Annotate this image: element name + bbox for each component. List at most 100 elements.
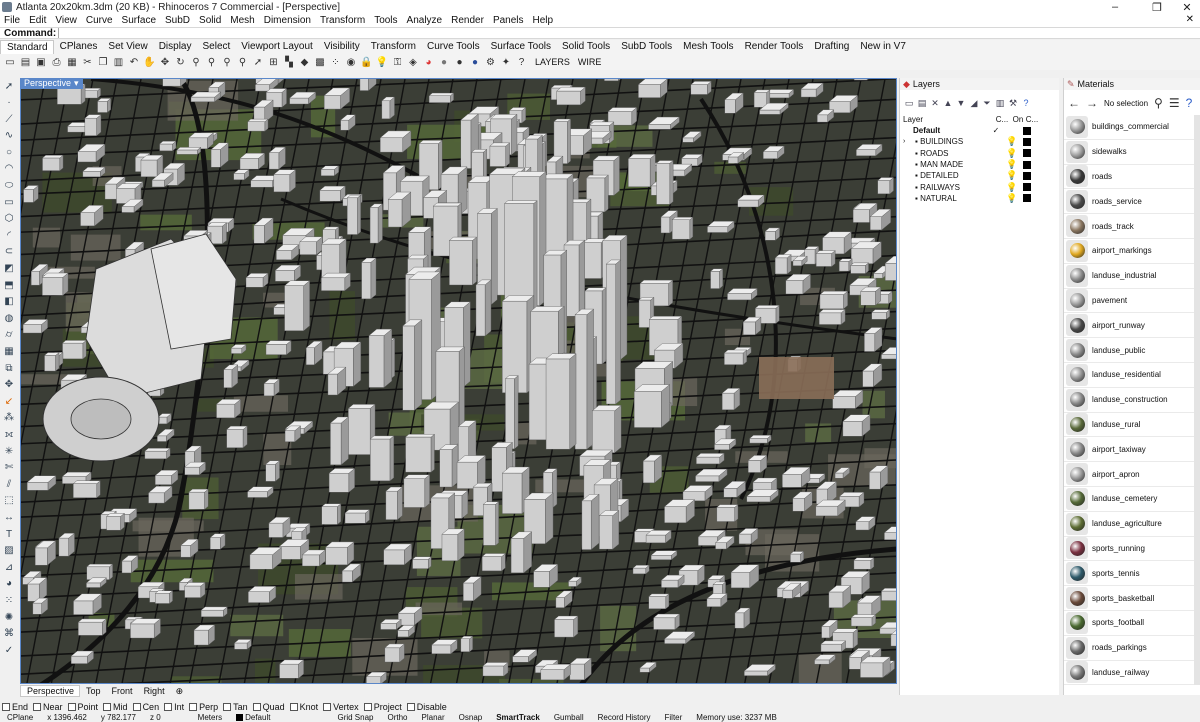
osnap-perp[interactable]: Perp (189, 702, 218, 712)
material-item[interactable]: buildings_commercial (1064, 115, 1194, 140)
add-view-icon[interactable]: ⊕ (170, 686, 189, 697)
grey-sphere-icon[interactable]: ● (438, 56, 450, 68)
move-cross-icon[interactable]: ✥ (159, 56, 171, 68)
material-item[interactable]: landuse_construction (1064, 388, 1194, 413)
menu-tools[interactable]: Tools (370, 15, 402, 26)
layer-row-railways[interactable]: ▪ RAILWAYS 💡 (900, 181, 1059, 192)
tab-render-tools[interactable]: Render Tools (739, 40, 809, 54)
delete-layer-icon[interactable]: ✕ (930, 98, 940, 108)
layer-row-natural[interactable]: ▪ NATURAL 💡 (900, 193, 1059, 204)
fillet-curve-icon[interactable]: ◜ (3, 229, 15, 241)
layer-color-swatch[interactable] (1023, 160, 1031, 169)
checkmark-icon[interactable]: ✓ (3, 644, 15, 656)
osnap-knot-checkbox[interactable] (289, 702, 298, 711)
status-filter[interactable]: Filter (658, 713, 690, 722)
properties-icon[interactable]: ▦ (66, 56, 78, 68)
current-column-header[interactable]: C... (993, 115, 1011, 124)
tab-new-in-v7[interactable]: New in V7 (854, 40, 911, 54)
open-folder-icon[interactable]: ▤ (20, 56, 32, 68)
light-bulb-icon[interactable]: 💡 (376, 56, 388, 68)
group-tool-icon[interactable]: ⬚ (3, 495, 15, 507)
ellipse-tool-icon[interactable]: ⬭ (3, 180, 15, 192)
trim-tool-icon[interactable]: ✄ (3, 462, 15, 474)
cylinder-tool-icon[interactable]: ⌭ (3, 329, 15, 341)
tab-select[interactable]: Select (197, 40, 236, 54)
zoom-icon[interactable]: ⚲ (190, 56, 202, 68)
osnap-cen[interactable]: Cen (132, 702, 159, 712)
menu-panels[interactable]: Panels (489, 15, 529, 26)
tab-drafting[interactable]: Drafting (808, 40, 854, 54)
tab-transform[interactable]: Transform (365, 40, 421, 54)
material-item[interactable]: landuse_residential (1064, 363, 1194, 388)
light-bulb-icon[interactable]: 💡 (1005, 182, 1019, 193)
status-ortho[interactable]: Ortho (381, 713, 415, 722)
tab-solid-tools[interactable]: Solid Tools (556, 40, 615, 54)
new-layer-icon[interactable]: ▭ (904, 98, 914, 108)
osnap-mid-checkbox[interactable] (103, 702, 112, 711)
tab-viewport-layout[interactable]: Viewport Layout (235, 40, 318, 54)
minimize-button[interactable]: – (1098, 0, 1132, 14)
show-icon[interactable]: ◉ (345, 56, 357, 68)
curve-tool-icon[interactable]: ∿ (3, 130, 15, 142)
layer-color-swatch[interactable] (1023, 137, 1031, 146)
status-record-history[interactable]: Record History (591, 713, 658, 722)
edit-points-icon[interactable]: ⁙ (3, 594, 15, 606)
materials-scrollbar[interactable] (1194, 115, 1200, 685)
material-item[interactable]: airport_apron (1064, 462, 1194, 487)
paste-icon[interactable]: ▥ (113, 56, 125, 68)
wire-text-button[interactable]: WIRE (578, 57, 602, 67)
view-tab-right[interactable]: Right (138, 686, 170, 696)
rotate-view-icon[interactable]: ↻ (175, 56, 187, 68)
move-up-icon[interactable]: ▲ (943, 98, 953, 108)
status-planar[interactable]: Planar (415, 713, 452, 722)
cplane-icon[interactable]: ▚ (283, 56, 295, 68)
move-to-parent-icon[interactable]: ◢ (969, 98, 979, 108)
layer-color-swatch[interactable] (1023, 149, 1031, 158)
perspective-viewport[interactable] (20, 78, 897, 684)
zoom-extents-icon[interactable]: ⚲ (221, 56, 233, 68)
join-tool-icon[interactable]: ⟗ (3, 428, 15, 440)
material-item[interactable]: roads_service (1064, 189, 1194, 215)
lights-tool-icon[interactable]: ✺ (3, 611, 15, 623)
undo-icon[interactable]: ↶ (128, 56, 140, 68)
osnap-quad-checkbox[interactable] (252, 702, 261, 711)
menu-view[interactable]: View (51, 15, 82, 26)
grid-icon[interactable]: ▩ (314, 56, 326, 68)
document-close-icon[interactable]: ✕ (1186, 14, 1194, 25)
osnap-near[interactable]: Near (33, 702, 63, 712)
layer-row-detailed[interactable]: ▪ DETAILED 💡 (900, 170, 1059, 181)
material-item[interactable]: airport_taxiway (1064, 437, 1194, 463)
osnap-int[interactable]: Int (164, 702, 184, 712)
array-tool-icon[interactable]: ⁂ (3, 412, 15, 424)
menu-dimension[interactable]: Dimension (260, 15, 316, 26)
menu-analyze[interactable]: Analyze (403, 15, 448, 26)
view-tab-perspective[interactable]: Perspective (20, 685, 81, 697)
sphere-tool-icon[interactable]: ◍ (3, 312, 15, 324)
osnap-cen-checkbox[interactable] (132, 702, 141, 711)
move-down-icon[interactable]: ▼ (956, 98, 966, 108)
split-tool-icon[interactable]: ⫽ (3, 478, 15, 490)
polyline-tool-icon[interactable]: ⟋ (3, 113, 15, 125)
material-item[interactable]: sidewalks (1064, 140, 1194, 165)
tab-subd-tools[interactable]: SubD Tools (615, 40, 677, 54)
tab-mesh-tools[interactable]: Mesh Tools (677, 40, 738, 54)
color-wheel-icon[interactable]: ◕ (423, 56, 435, 68)
layer-tools-icon[interactable]: ▥ (995, 98, 1005, 108)
maximize-button[interactable]: ❐ (1140, 0, 1174, 14)
cut-icon[interactable]: ✂ (82, 56, 94, 68)
select-arrow-icon[interactable]: ➚ (252, 56, 264, 68)
text-tool-icon[interactable]: T (3, 528, 15, 540)
analyze-tool-icon[interactable]: ⊿ (3, 561, 15, 573)
layer-row-man-made[interactable]: ▪ MAN MADE 💡 (900, 159, 1059, 170)
view-tab-top[interactable]: Top (80, 686, 106, 696)
status-gumball[interactable]: Gumball (547, 713, 591, 722)
new-sublayer-icon[interactable]: ▤ (917, 98, 927, 108)
layer-row-default[interactable]: Default ✓ (900, 125, 1059, 136)
command-input[interactable] (58, 28, 1200, 38)
layer-color-swatch[interactable] (1023, 126, 1031, 135)
osnap-int-checkbox[interactable] (164, 702, 173, 711)
light-bulb-icon[interactable]: 💡 (1005, 148, 1019, 159)
tab-display[interactable]: Display (153, 40, 197, 54)
status-osnap[interactable]: Osnap (452, 713, 490, 722)
menu-surface[interactable]: Surface (118, 15, 161, 26)
